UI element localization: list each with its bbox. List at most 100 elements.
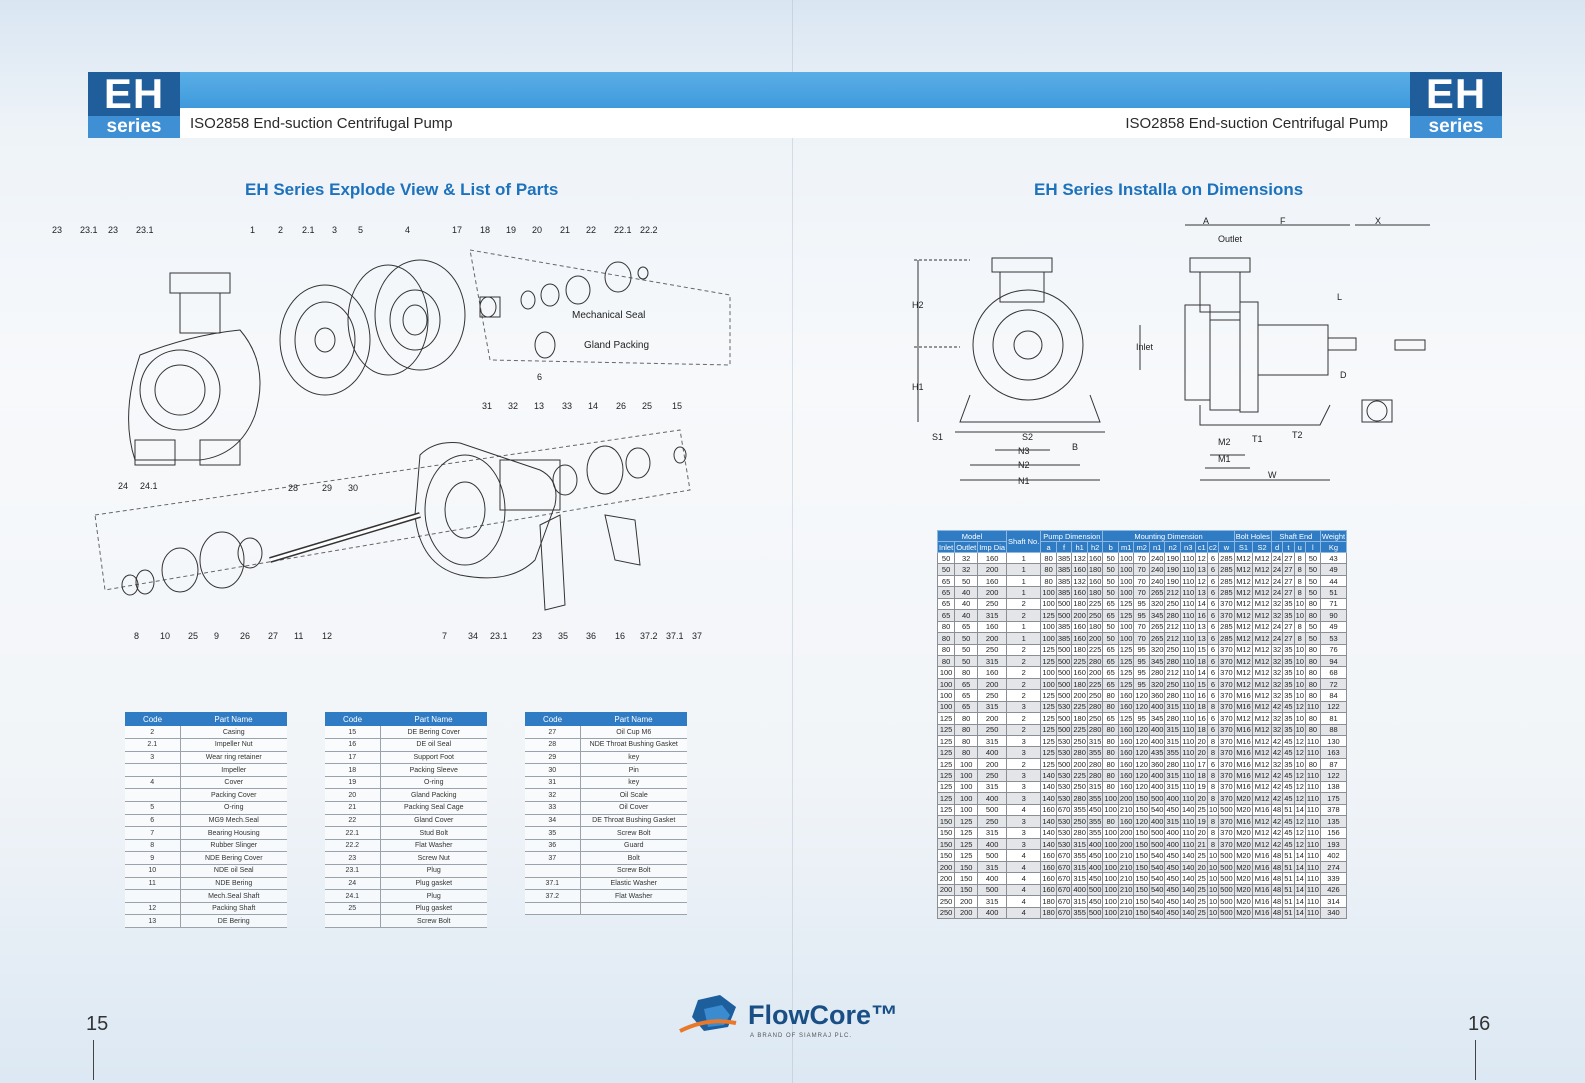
- table-cell: 320: [1148, 643, 1166, 656]
- table-cell: 160: [1040, 803, 1057, 817]
- table-cell: 180: [1040, 906, 1057, 920]
- parts-row: 3 Wear ring retainer: [125, 751, 287, 765]
- table-cell: 25: [1195, 803, 1208, 817]
- table-cell: 450: [1164, 895, 1181, 908]
- table-cell: 3: [1006, 792, 1042, 805]
- table-cell: 280: [1071, 826, 1088, 839]
- table-cell: 370: [1218, 746, 1235, 759]
- table-cell: 95: [1133, 677, 1150, 691]
- table-cell: 18: [1195, 723, 1208, 737]
- table-cell: 110: [1179, 597, 1197, 611]
- table-cell: 355: [1086, 815, 1104, 828]
- table-cell: 8: [1206, 815, 1220, 828]
- table-cell: 150: [1133, 849, 1150, 862]
- table-cell: 50: [954, 574, 979, 588]
- table-cell: M20: [1233, 860, 1254, 874]
- table-cell: 80: [936, 620, 956, 634]
- table-cell: M12: [1252, 815, 1272, 828]
- table-cell: 160: [1040, 872, 1057, 885]
- part-name: key: [580, 776, 687, 790]
- part-name-header: Part Name: [380, 712, 487, 726]
- table-cell: 110: [1179, 792, 1197, 805]
- table-cell: 32: [1270, 654, 1284, 668]
- table-row: 150 125 400 3 140 530 315 400 100 200 150 500 400 110…: [936, 837, 1348, 851]
- parts-row: 23.1 Plug: [325, 864, 487, 878]
- table-cell: 45: [1282, 769, 1295, 782]
- exploded-view-drawing: 23 23.1 23 23.1 1 2 2.1 3 5 4 17 18 19 20 21 22 22.1…: [52, 225, 731, 641]
- table-cell: 87: [1319, 757, 1348, 771]
- table-cell: 110: [1304, 895, 1321, 908]
- table-cell: M12: [1233, 632, 1254, 645]
- svg-text:S2: S2: [1022, 432, 1033, 442]
- table-cell: 160: [1040, 849, 1057, 862]
- table-cell: 265: [1148, 632, 1166, 645]
- parts-row: Screw Bolt: [525, 864, 687, 878]
- table-cell: 250: [1071, 815, 1088, 828]
- table-cell: M12: [1233, 574, 1254, 588]
- table-cell: 212: [1164, 632, 1181, 645]
- table-cell: 16: [1195, 712, 1208, 725]
- table-cell: 45: [1282, 746, 1295, 759]
- table-group-header: Weight: [1319, 530, 1348, 542]
- table-cell: 285: [1218, 551, 1235, 565]
- table-cell: 50: [936, 551, 956, 565]
- table-cell: M12: [1252, 700, 1272, 714]
- table-cell: 80: [954, 723, 979, 737]
- table-cell: 32: [1270, 609, 1284, 622]
- table-cell: 125: [936, 769, 956, 782]
- part-code: [525, 864, 581, 878]
- table-cell: 110: [1304, 769, 1321, 782]
- table-cell: 132: [1071, 574, 1088, 588]
- table-cell: 500: [1055, 689, 1073, 702]
- table-cell: 280: [1164, 689, 1181, 702]
- parts-row: 37 Bolt: [525, 851, 687, 866]
- table-cell: 65: [954, 700, 979, 714]
- table-cell: 125: [1117, 597, 1135, 611]
- table-cell: 125: [1117, 666, 1135, 679]
- table-cell: 120: [1133, 746, 1150, 759]
- table-cell: 120: [1133, 780, 1150, 794]
- part-code: 20: [325, 788, 381, 803]
- svg-text:A: A: [1203, 216, 1209, 226]
- table-cell: 180: [1086, 563, 1104, 576]
- table-cell: 1: [1006, 574, 1042, 588]
- table-cell: 6: [1206, 574, 1220, 588]
- table-cell: 250: [1164, 677, 1181, 691]
- table-cell: 45: [1282, 815, 1295, 828]
- table-cell: 225: [1071, 700, 1088, 714]
- part-name: key: [580, 751, 687, 765]
- table-cell: 110: [1304, 803, 1321, 817]
- table-cell: 250: [977, 597, 1008, 611]
- table-cell: 100: [1117, 632, 1135, 645]
- table-cell: 25: [1195, 883, 1208, 897]
- table-cell: 14: [1293, 895, 1306, 908]
- table-cell: 95: [1133, 712, 1150, 725]
- table-cell: 3: [1006, 837, 1042, 851]
- table-cell: 100: [1040, 597, 1057, 611]
- table-cell: 71: [1319, 597, 1348, 611]
- explode-view-title: EH Series Explode View & List of Parts: [245, 180, 559, 199]
- table-cell: 280: [1071, 792, 1088, 805]
- table-cell: 100: [1102, 849, 1119, 862]
- table-cell: 14: [1293, 849, 1306, 862]
- table-cell: 125: [954, 849, 979, 862]
- table-cell: 95: [1133, 597, 1150, 611]
- table-cell: 280: [1086, 757, 1104, 771]
- table-cell: 200: [1117, 792, 1135, 805]
- table-cell: M20: [1233, 837, 1254, 851]
- part-code: 30: [525, 763, 581, 777]
- table-cell: 8: [1206, 826, 1220, 839]
- table-row: 125 80 400 3 125 530 280 355 80 160 120 435 355 110 20…: [936, 746, 1348, 759]
- table-row: 125 80 200 2 125 500 180 250 65 125 95 345 280 110 16 6…: [936, 712, 1348, 725]
- table-cell: 42: [1270, 815, 1284, 828]
- part-code: 33: [525, 801, 581, 815]
- svg-text:18: 18: [480, 225, 490, 235]
- table-cell: 400: [1148, 780, 1166, 794]
- table-cell: 200: [977, 712, 1008, 725]
- table-cell: 315: [1086, 780, 1104, 794]
- table-cell: 670: [1055, 872, 1073, 885]
- table-cell: 320: [1148, 677, 1166, 691]
- svg-text:T2: T2: [1292, 430, 1303, 440]
- table-row: 100 80 160 2 100 500 160 200 65 125 95 280 212 110 14 6…: [936, 666, 1348, 679]
- table-cell: 200: [977, 757, 1008, 771]
